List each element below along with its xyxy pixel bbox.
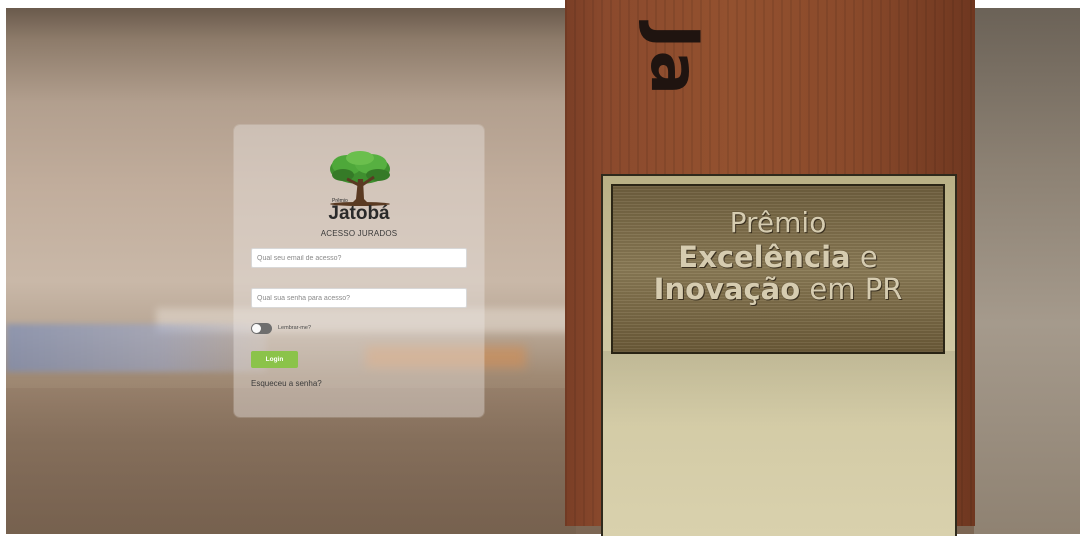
email-field[interactable] — [251, 248, 467, 268]
plaque-line-3-rest: em PR — [800, 272, 903, 306]
brand-name: Jatobá — [328, 203, 390, 224]
login-card: Prêmio Jatobá ACESSO JURADOS Lembrar-me?… — [234, 125, 484, 417]
background-right-wall — [974, 8, 1080, 534]
plaque-line-3: Inovação em PR — [613, 272, 943, 306]
remember-me-label: Lembrar-me? — [278, 325, 312, 331]
background-blue-blur — [6, 324, 266, 372]
award-plaque: Prêmio Excelência e Inovação em PR — [601, 174, 957, 536]
remember-me-row[interactable]: Lembrar-me? — [251, 322, 311, 334]
plaque-line-2-bold: Excelência — [678, 240, 851, 274]
page-subtitle: ACESSO JURADOS — [320, 229, 398, 238]
plaque-line-2: Excelência e — [613, 240, 943, 274]
login-button[interactable]: Login — [251, 351, 298, 368]
plaque-line-2-rest: e — [850, 240, 878, 274]
forgot-password-link[interactable]: Esqueceu a senha? — [251, 379, 322, 388]
plaque-engraving: Prêmio Excelência e Inovação em PR — [611, 184, 945, 354]
plaque-line-1: Prêmio — [729, 206, 827, 239]
password-field[interactable] — [251, 288, 467, 308]
remember-me-toggle[interactable] — [251, 322, 272, 334]
plaque-lower-shading — [603, 351, 955, 536]
wood-lettering: Ja — [636, 24, 713, 98]
plaque-line-3-bold: Inovação — [653, 272, 801, 306]
toggle-knob — [252, 323, 261, 333]
